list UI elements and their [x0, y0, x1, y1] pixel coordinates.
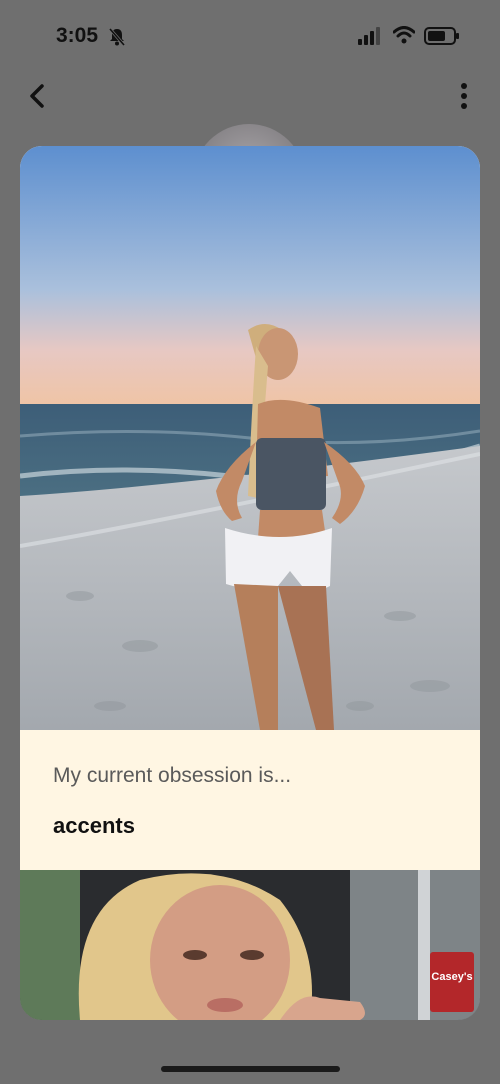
chevron-left-icon	[30, 84, 44, 108]
cellular-signal-icon	[358, 27, 384, 50]
status-time: 3:05	[56, 24, 99, 47]
battery-icon	[424, 27, 460, 50]
home-indicator[interactable]	[161, 1066, 340, 1072]
status-bar: 3:05	[0, 0, 500, 70]
bell-slash-icon	[107, 27, 127, 52]
more-vertical-icon	[461, 83, 467, 109]
more-options-button[interactable]	[452, 80, 476, 112]
profile-card[interactable]: My current obsession is... accents Casey…	[20, 146, 480, 1020]
back-button[interactable]	[22, 80, 54, 112]
prompt-panel[interactable]: My current obsession is... accents	[20, 730, 480, 870]
prompt-answer: accents	[53, 813, 135, 838]
wifi-icon	[392, 26, 416, 49]
profile-photo-beach[interactable]	[20, 146, 480, 730]
sign-text: Casey's	[431, 971, 472, 983]
profile-photo-selfie[interactable]: Casey's	[20, 870, 480, 1020]
prompt-question: My current obsession is...	[53, 764, 292, 787]
